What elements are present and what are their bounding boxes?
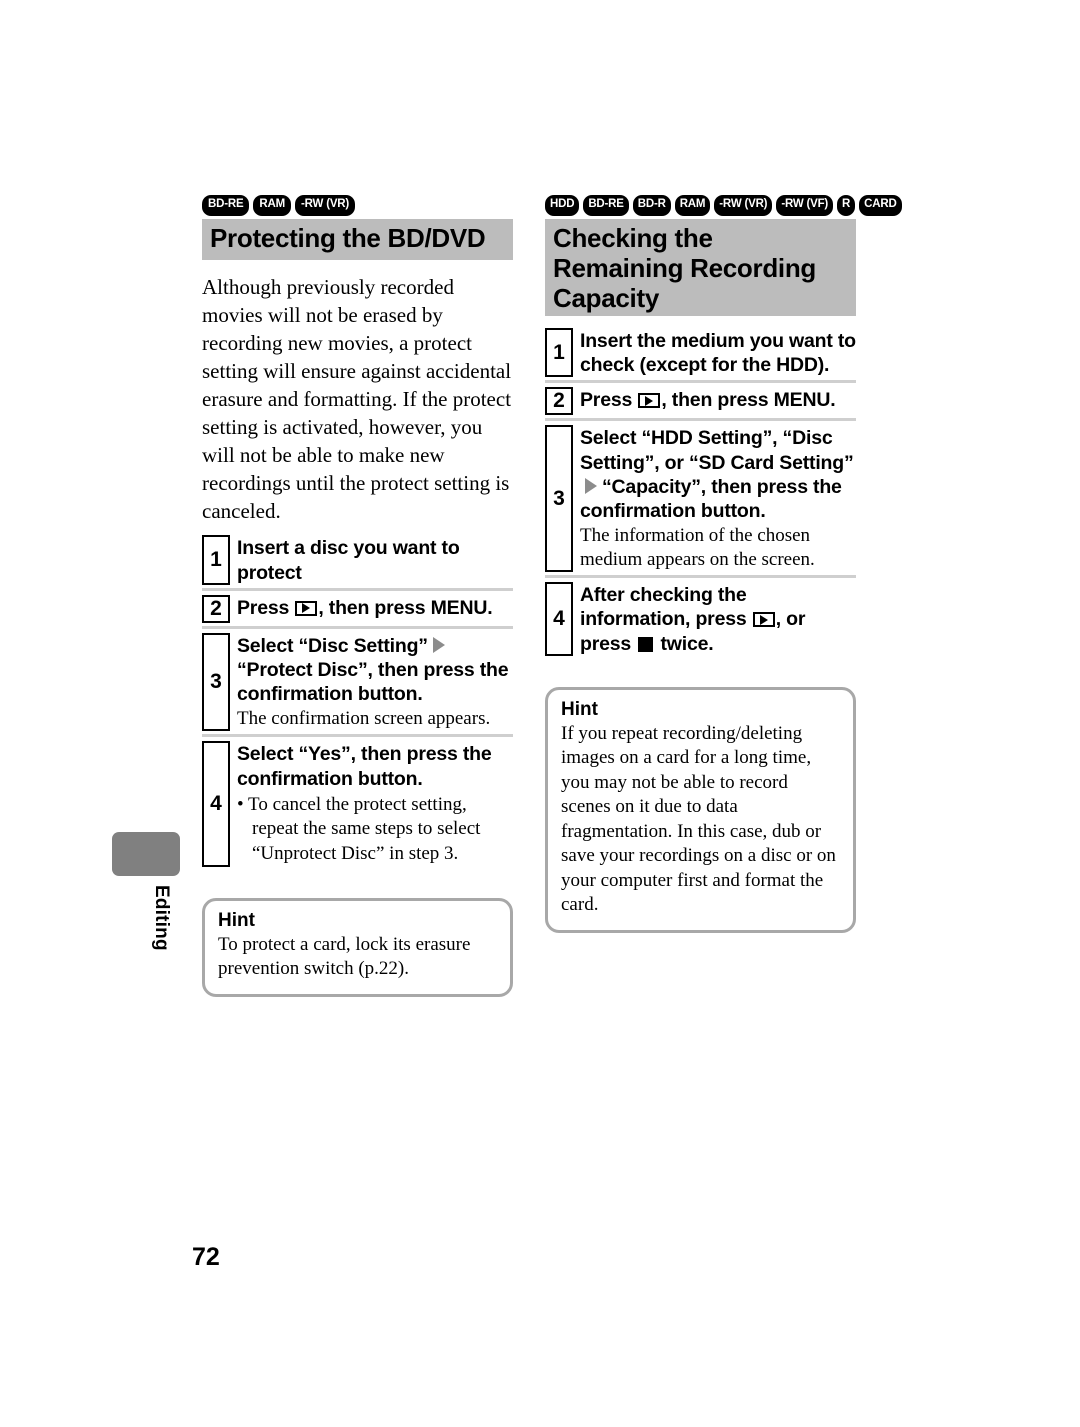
right-hint-box: Hint If you repeat recording/deleting im… (545, 686, 856, 933)
step-heading-text-tail: “Protect Disc”, then press the confirmat… (237, 658, 509, 706)
step-number: 1 (545, 328, 573, 378)
step-heading-text-tail: , then press MENU. (318, 596, 493, 619)
left-intro-paragraph: Although previously recorded movies will… (202, 275, 512, 523)
step-heading: Insert a disc you want to protect (237, 536, 513, 584)
step-number: 3 (202, 632, 230, 732)
step-number: 4 (545, 582, 573, 656)
step-heading: Insert the medium you want to check (exc… (580, 329, 856, 377)
step-heading: After checking the information, press , … (580, 583, 856, 656)
step-item: 3 Select “HDD Setting”, “Disc Setting”, … (545, 418, 856, 575)
step-subtext: The confirmation screen appears. (237, 708, 491, 730)
step-item: 4 After checking the information, press … (545, 575, 856, 659)
step-body: Insert a disc you want to protect (237, 535, 513, 584)
step-heading-text: Select “HDD Setting”, “Disc Setting”, or… (580, 427, 854, 474)
step-heading: Select “Yes”, then press the confirmatio… (237, 742, 513, 790)
step-item: 1 Insert the medium you want to check (e… (545, 328, 856, 380)
right-column: HDD BD-RE BD-R RAM -RW (VR) -RW (VF) R C… (545, 195, 902, 933)
right-section-title: Checking the Remaining Recording Capacit… (553, 223, 816, 314)
right-section-title-bar: Checking the Remaining Recording Capacit… (545, 219, 856, 316)
step-heading-text: Insert a disc you want to protect (237, 537, 460, 584)
page-number: 72 (192, 1243, 220, 1271)
step-heading-text: After checking the information, press (580, 584, 752, 631)
step-body: Insert the medium you want to check (exc… (580, 328, 856, 377)
step-heading-text-tail: twice. (655, 632, 714, 655)
media-badge-bdre: BD-RE (202, 195, 250, 216)
step-heading: Press , then press MENU. (237, 596, 513, 620)
step-heading: Press , then press MENU. (580, 388, 856, 412)
step-heading: Select “HDD Setting”, “Disc Setting”, or… (580, 426, 856, 523)
right-arrow-icon (432, 636, 445, 653)
media-badge-bdre: BD-RE (583, 195, 629, 216)
step-number: 2 (202, 594, 230, 623)
media-badge-ram: RAM (674, 195, 711, 216)
play-button-icon (752, 612, 775, 628)
hint-text: If you repeat recording/deleting images … (561, 722, 836, 916)
step-item: 3 Select “Disc Setting”“Protect Disc”, t… (202, 625, 513, 735)
step-heading: Select “Disc Setting”“Protect Disc”, the… (237, 634, 513, 707)
media-badge-bdr: BD-R (632, 195, 671, 216)
step-body: Press , then press MENU. (580, 387, 856, 415)
step-heading-text-tail: “Capacity”, then press the confirmation … (580, 475, 842, 522)
step-body: Select “HDD Setting”, “Disc Setting”, or… (580, 425, 856, 572)
step-body: Select “Yes”, then press the confirmatio… (237, 741, 513, 866)
step-body: Select “Disc Setting”“Protect Disc”, the… (237, 633, 513, 732)
right-steps-list: 1 Insert the medium you want to check (e… (545, 328, 856, 659)
step-bullet-text: • To cancel the protect setting, repeat … (237, 793, 481, 865)
left-column: BD-RE RAM -RW (VR) Protecting the BD/DVD… (202, 195, 513, 997)
right-arrow-icon (585, 477, 597, 494)
step-number: 4 (202, 741, 230, 867)
left-hint-box: Hint To protect a card, lock its erasure… (202, 897, 513, 997)
step-heading-text: Select “Disc Setting” (237, 634, 428, 657)
step-number: 3 (545, 425, 573, 573)
step-subtext: The information of the chosen medium app… (580, 525, 815, 571)
media-badge-r: R (837, 195, 856, 216)
step-heading-text: Press (237, 596, 295, 619)
step-item: 2 Press , then press MENU. (545, 380, 856, 418)
step-number: 1 (202, 535, 230, 585)
chapter-tab-marker (112, 832, 180, 876)
media-badge-rwvr: -RW (VR) (714, 195, 773, 216)
right-media-badges: HDD BD-RE BD-R RAM -RW (VR) -RW (VF) R C… (545, 195, 902, 216)
left-section-title-bar: Protecting the BD/DVD (202, 219, 513, 261)
hint-text: To protect a card, lock its erasure prev… (218, 933, 471, 980)
left-steps-list: 1 Insert a disc you want to protect 2 Pr… (202, 535, 513, 869)
chapter-label: Editing (151, 885, 172, 951)
step-heading-text: Select “Yes”, then press the confirmatio… (237, 743, 492, 790)
step-item: 1 Insert a disc you want to protect (202, 535, 513, 587)
media-badge-rwvr: -RW (VR) (295, 195, 356, 216)
step-item: 4 Select “Yes”, then press the confirmat… (202, 734, 513, 869)
hint-title: Hint (561, 698, 598, 720)
left-media-badges: BD-RE RAM -RW (VR) (202, 195, 513, 216)
step-item: 2 Press , then press MENU. (202, 587, 513, 626)
step-heading-text-tail: , then press MENU. (661, 389, 836, 412)
play-button-icon (638, 393, 661, 409)
play-button-icon (295, 600, 318, 616)
hint-title: Hint (218, 909, 255, 931)
left-section-title: Protecting the BD/DVD (210, 223, 486, 253)
stop-button-icon (638, 636, 654, 652)
media-badge-card: CARD (859, 195, 902, 216)
step-body: After checking the information, press , … (580, 582, 856, 656)
media-badge-ram: RAM (253, 195, 292, 216)
media-badge-hdd: HDD (545, 195, 580, 216)
step-heading-text: Press (580, 389, 638, 412)
step-body: Press , then press MENU. (237, 595, 513, 623)
step-heading-text: Insert the medium you want to check (exc… (580, 330, 856, 377)
media-badge-rwvf: -RW (VF) (776, 195, 834, 216)
step-number: 2 (545, 387, 573, 416)
